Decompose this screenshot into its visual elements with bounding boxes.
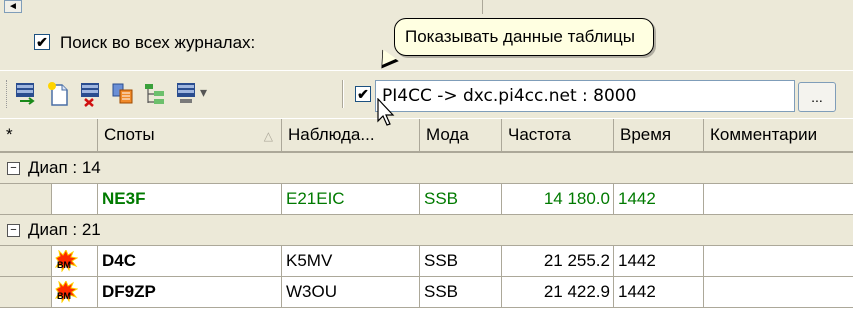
spot-icon-cell: BM bbox=[52, 277, 98, 308]
observer-cell[interactable]: K5MV bbox=[282, 246, 420, 277]
filter-icon[interactable] bbox=[108, 78, 138, 110]
mode-cell[interactable]: SSB bbox=[420, 277, 502, 308]
column-header-time[interactable]: Время bbox=[614, 119, 704, 153]
column-header-mode[interactable]: Мода bbox=[420, 119, 502, 153]
bm-icon: BM bbox=[54, 250, 78, 272]
header-label: Наблюда... bbox=[288, 125, 375, 144]
frequency-cell[interactable]: 14 180.0 bbox=[502, 184, 614, 215]
mode-cell[interactable]: SSB bbox=[420, 184, 502, 215]
mode-cell[interactable]: SSB bbox=[420, 246, 502, 277]
collapse-icon[interactable]: − bbox=[7, 223, 20, 237]
frequency-cell[interactable]: 21 255.2 bbox=[502, 246, 614, 277]
tooltip-text: Показывать данные таблицы bbox=[405, 27, 635, 46]
bm-icon: BM bbox=[54, 281, 78, 303]
observer-cell[interactable]: E21EIC bbox=[282, 184, 420, 215]
group-label: Диап : 21 bbox=[28, 220, 101, 239]
tooltip: Показывать данные таблицы bbox=[394, 18, 654, 56]
telnet-send-icon[interactable] bbox=[12, 78, 42, 110]
spot-cell[interactable]: DF9ZP bbox=[98, 277, 282, 308]
telnet-disconnect-icon[interactable] bbox=[76, 78, 106, 110]
comment-cell[interactable] bbox=[704, 277, 853, 308]
telnet-menu-icon[interactable] bbox=[172, 78, 202, 110]
column-header-observer[interactable]: Наблюда... bbox=[282, 119, 420, 153]
comment-cell[interactable] bbox=[704, 246, 853, 277]
header-label: Время bbox=[620, 125, 672, 144]
group-indent bbox=[0, 184, 52, 215]
mouse-cursor-icon bbox=[377, 98, 395, 126]
search-all-logs-label: Поиск во всех журналах: bbox=[60, 33, 256, 52]
comment-cell[interactable] bbox=[704, 184, 853, 215]
scroll-left-arrow[interactable]: ◄ bbox=[4, 0, 22, 13]
header-label: Комментарии bbox=[710, 125, 818, 144]
tree-view-icon[interactable] bbox=[140, 78, 170, 110]
group-row-band-14[interactable]: − Диап : 14 bbox=[0, 153, 853, 184]
collapse-icon[interactable]: − bbox=[7, 161, 20, 175]
svg-text:BM: BM bbox=[57, 291, 71, 301]
column-header-frequency[interactable]: Частота bbox=[502, 119, 614, 153]
new-file-icon[interactable] bbox=[44, 78, 74, 110]
time-cell[interactable]: 1442 bbox=[614, 246, 704, 277]
group-label: Диап : 14 bbox=[28, 158, 101, 177]
group-row-band-21[interactable]: − Диап : 21 bbox=[0, 215, 853, 246]
spot-cell[interactable]: NE3F bbox=[98, 184, 282, 215]
header-label: Частота bbox=[508, 125, 572, 144]
group-indent bbox=[0, 246, 52, 277]
column-header-star[interactable]: * bbox=[0, 119, 98, 153]
column-header-comments[interactable]: Комментарии bbox=[704, 119, 853, 153]
search-all-logs-checkbox[interactable]: ✔ bbox=[34, 34, 50, 50]
observer-cell[interactable]: W3OU bbox=[282, 277, 420, 308]
time-cell[interactable]: 1442 bbox=[614, 184, 704, 215]
toolbar-dropdown-arrow[interactable]: ▾ bbox=[200, 84, 207, 101]
top-strip bbox=[0, 0, 853, 15]
spot-cell[interactable]: D4C bbox=[98, 246, 282, 277]
cluster-address-field[interactable]: PI4CC -> dxc.pi4cc.net : 8000 bbox=[375, 80, 795, 112]
header-label: * bbox=[6, 125, 13, 144]
frequency-cell[interactable]: 21 422.9 bbox=[502, 277, 614, 308]
header-label: Споты bbox=[104, 125, 155, 144]
spot-icon-cell: BM bbox=[52, 246, 98, 277]
group-indent bbox=[0, 277, 52, 308]
cluster-checkbox[interactable]: ✔ bbox=[355, 86, 371, 102]
divider bbox=[482, 0, 483, 14]
toolbar-grip[interactable] bbox=[6, 80, 10, 108]
spot-icon-cell bbox=[52, 184, 98, 215]
svg-text:BM: BM bbox=[57, 260, 71, 270]
time-cell[interactable]: 1442 bbox=[614, 277, 704, 308]
sort-ascending-icon: △ bbox=[263, 129, 273, 143]
header-label: Мода bbox=[426, 125, 469, 144]
browse-button[interactable]: ... bbox=[798, 82, 836, 112]
toolbar-separator bbox=[342, 80, 344, 108]
column-header-spots[interactable]: Споты △ bbox=[98, 119, 282, 153]
